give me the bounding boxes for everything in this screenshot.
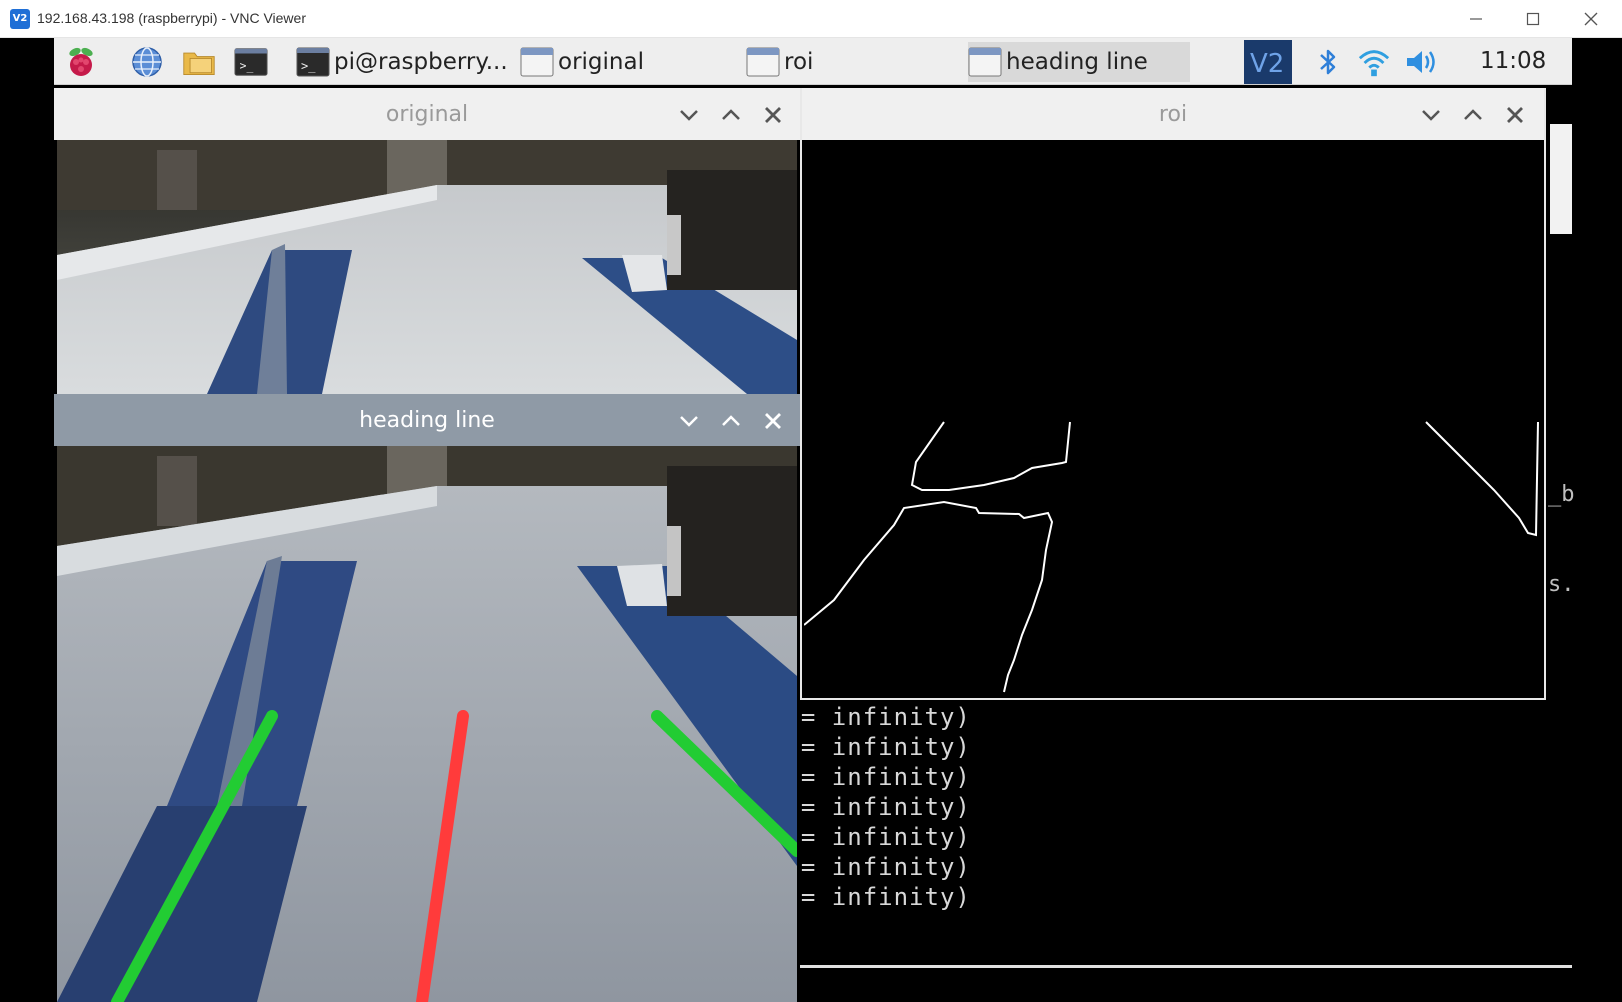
wifi-icon[interactable] bbox=[1357, 46, 1391, 78]
terminal-line: e = infinity) bbox=[774, 883, 971, 911]
original-window[interactable]: original bbox=[54, 88, 800, 394]
taskbar-button-terminal[interactable]: >_ pi@raspberry... bbox=[296, 42, 514, 82]
vnc-window-title: 192.168.43.198 (raspberrypi) - VNC Viewe… bbox=[37, 10, 306, 26]
terminal-line: e = infinity) bbox=[774, 703, 971, 731]
chevron-down-icon bbox=[680, 416, 698, 427]
taskbar-button-label: original bbox=[558, 49, 644, 75]
vnc-icon[interactable]: V2 bbox=[1244, 40, 1292, 84]
close-viewer-button[interactable] bbox=[1568, 6, 1614, 32]
maximize-button[interactable] bbox=[1458, 100, 1488, 130]
terminal-fragment: s. bbox=[1548, 572, 1575, 597]
maximize-icon bbox=[1526, 12, 1540, 26]
vnc-viewer-window: V2 192.168.43.198 (raspberrypi) - VNC Vi… bbox=[0, 0, 1622, 1002]
close-button[interactable] bbox=[758, 406, 788, 436]
file-manager-icon[interactable] bbox=[182, 46, 216, 78]
minimize-button[interactable] bbox=[1416, 100, 1446, 130]
minimize-icon bbox=[1470, 18, 1482, 20]
roi-edge-image bbox=[804, 140, 1542, 698]
terminal-icon[interactable]: >_ bbox=[234, 46, 268, 78]
camera-image bbox=[57, 140, 797, 394]
window-title: heading line bbox=[359, 407, 495, 433]
window-icon bbox=[520, 47, 554, 77]
chevron-up-icon bbox=[722, 415, 740, 426]
close-icon bbox=[1584, 12, 1598, 26]
close-button[interactable] bbox=[758, 100, 788, 130]
window-title: original bbox=[385, 101, 469, 127]
web-browser-icon[interactable] bbox=[130, 46, 164, 78]
taskbar-button-label: pi@raspberry... bbox=[334, 49, 508, 75]
maximize-button[interactable] bbox=[716, 406, 746, 436]
terminal-line: e = infinity) bbox=[774, 763, 971, 791]
heading-line-titlebar[interactable]: heading line bbox=[54, 394, 800, 446]
heading-line-window[interactable]: heading line bbox=[54, 394, 800, 1002]
window-icon bbox=[968, 47, 1002, 77]
taskbar-clock[interactable]: 11:08 bbox=[1480, 48, 1546, 74]
edge-detection-image bbox=[804, 421, 1539, 693]
terminal-line: e = infinity) bbox=[774, 733, 971, 761]
chevron-up-icon bbox=[722, 109, 740, 120]
terminal-border bbox=[774, 965, 1572, 968]
roi-titlebar[interactable]: roi bbox=[802, 88, 1544, 140]
svg-text:V2: V2 bbox=[1250, 49, 1284, 79]
taskbar-button-label: heading line bbox=[1006, 49, 1148, 75]
chevron-down-icon bbox=[680, 110, 698, 121]
close-icon bbox=[765, 413, 781, 429]
minimize-button[interactable] bbox=[674, 100, 704, 130]
close-icon bbox=[1507, 107, 1523, 123]
camera-image-with-lane-lines bbox=[57, 446, 797, 1002]
raspberry-menu-icon[interactable] bbox=[64, 46, 98, 78]
bluetooth-icon[interactable] bbox=[1311, 46, 1345, 78]
terminal-line: e = infinity) bbox=[774, 853, 971, 881]
raspberry-pi-taskbar: >_ >_ pi@raspberry... original roi headi… bbox=[54, 38, 1572, 85]
vnc-titlebar: V2 192.168.43.198 (raspberrypi) - VNC Vi… bbox=[0, 0, 1622, 38]
taskbar-button-label: roi bbox=[784, 49, 814, 75]
taskbar-button-roi[interactable]: roi bbox=[746, 42, 962, 82]
chevron-down-icon bbox=[1422, 110, 1440, 121]
maximize-button[interactable] bbox=[716, 100, 746, 130]
terminal-line: e = infinity) bbox=[774, 823, 971, 851]
chevron-up-icon bbox=[1464, 109, 1482, 120]
minimize-button[interactable] bbox=[1453, 6, 1499, 32]
window-icon bbox=[746, 47, 780, 77]
original-camera-frame bbox=[57, 140, 797, 394]
taskbar-button-original[interactable]: original bbox=[520, 42, 742, 82]
background-window-edge bbox=[1550, 124, 1572, 234]
minimize-button[interactable] bbox=[674, 406, 704, 436]
terminal-output[interactable]: e = infinity) e = infinity) e = infinity… bbox=[774, 692, 1572, 962]
vnc-viewer-logo-icon: V2 bbox=[10, 9, 30, 29]
heading-line-camera-frame bbox=[57, 446, 797, 1002]
window-title: roi bbox=[1158, 101, 1188, 127]
svg-text:>_: >_ bbox=[301, 59, 316, 73]
original-titlebar[interactable]: original bbox=[54, 88, 800, 140]
volume-icon[interactable] bbox=[1404, 46, 1438, 78]
terminal-fragment: _b bbox=[1548, 482, 1575, 507]
maximize-button[interactable] bbox=[1510, 6, 1556, 32]
taskbar-button-heading-line[interactable]: heading line bbox=[968, 42, 1190, 82]
svg-text:>_: >_ bbox=[240, 59, 254, 73]
terminal-line: e = infinity) bbox=[774, 793, 971, 821]
roi-window[interactable]: roi bbox=[800, 88, 1546, 700]
close-icon bbox=[765, 107, 781, 123]
terminal-icon: >_ bbox=[296, 47, 330, 77]
close-button[interactable] bbox=[1500, 100, 1530, 130]
